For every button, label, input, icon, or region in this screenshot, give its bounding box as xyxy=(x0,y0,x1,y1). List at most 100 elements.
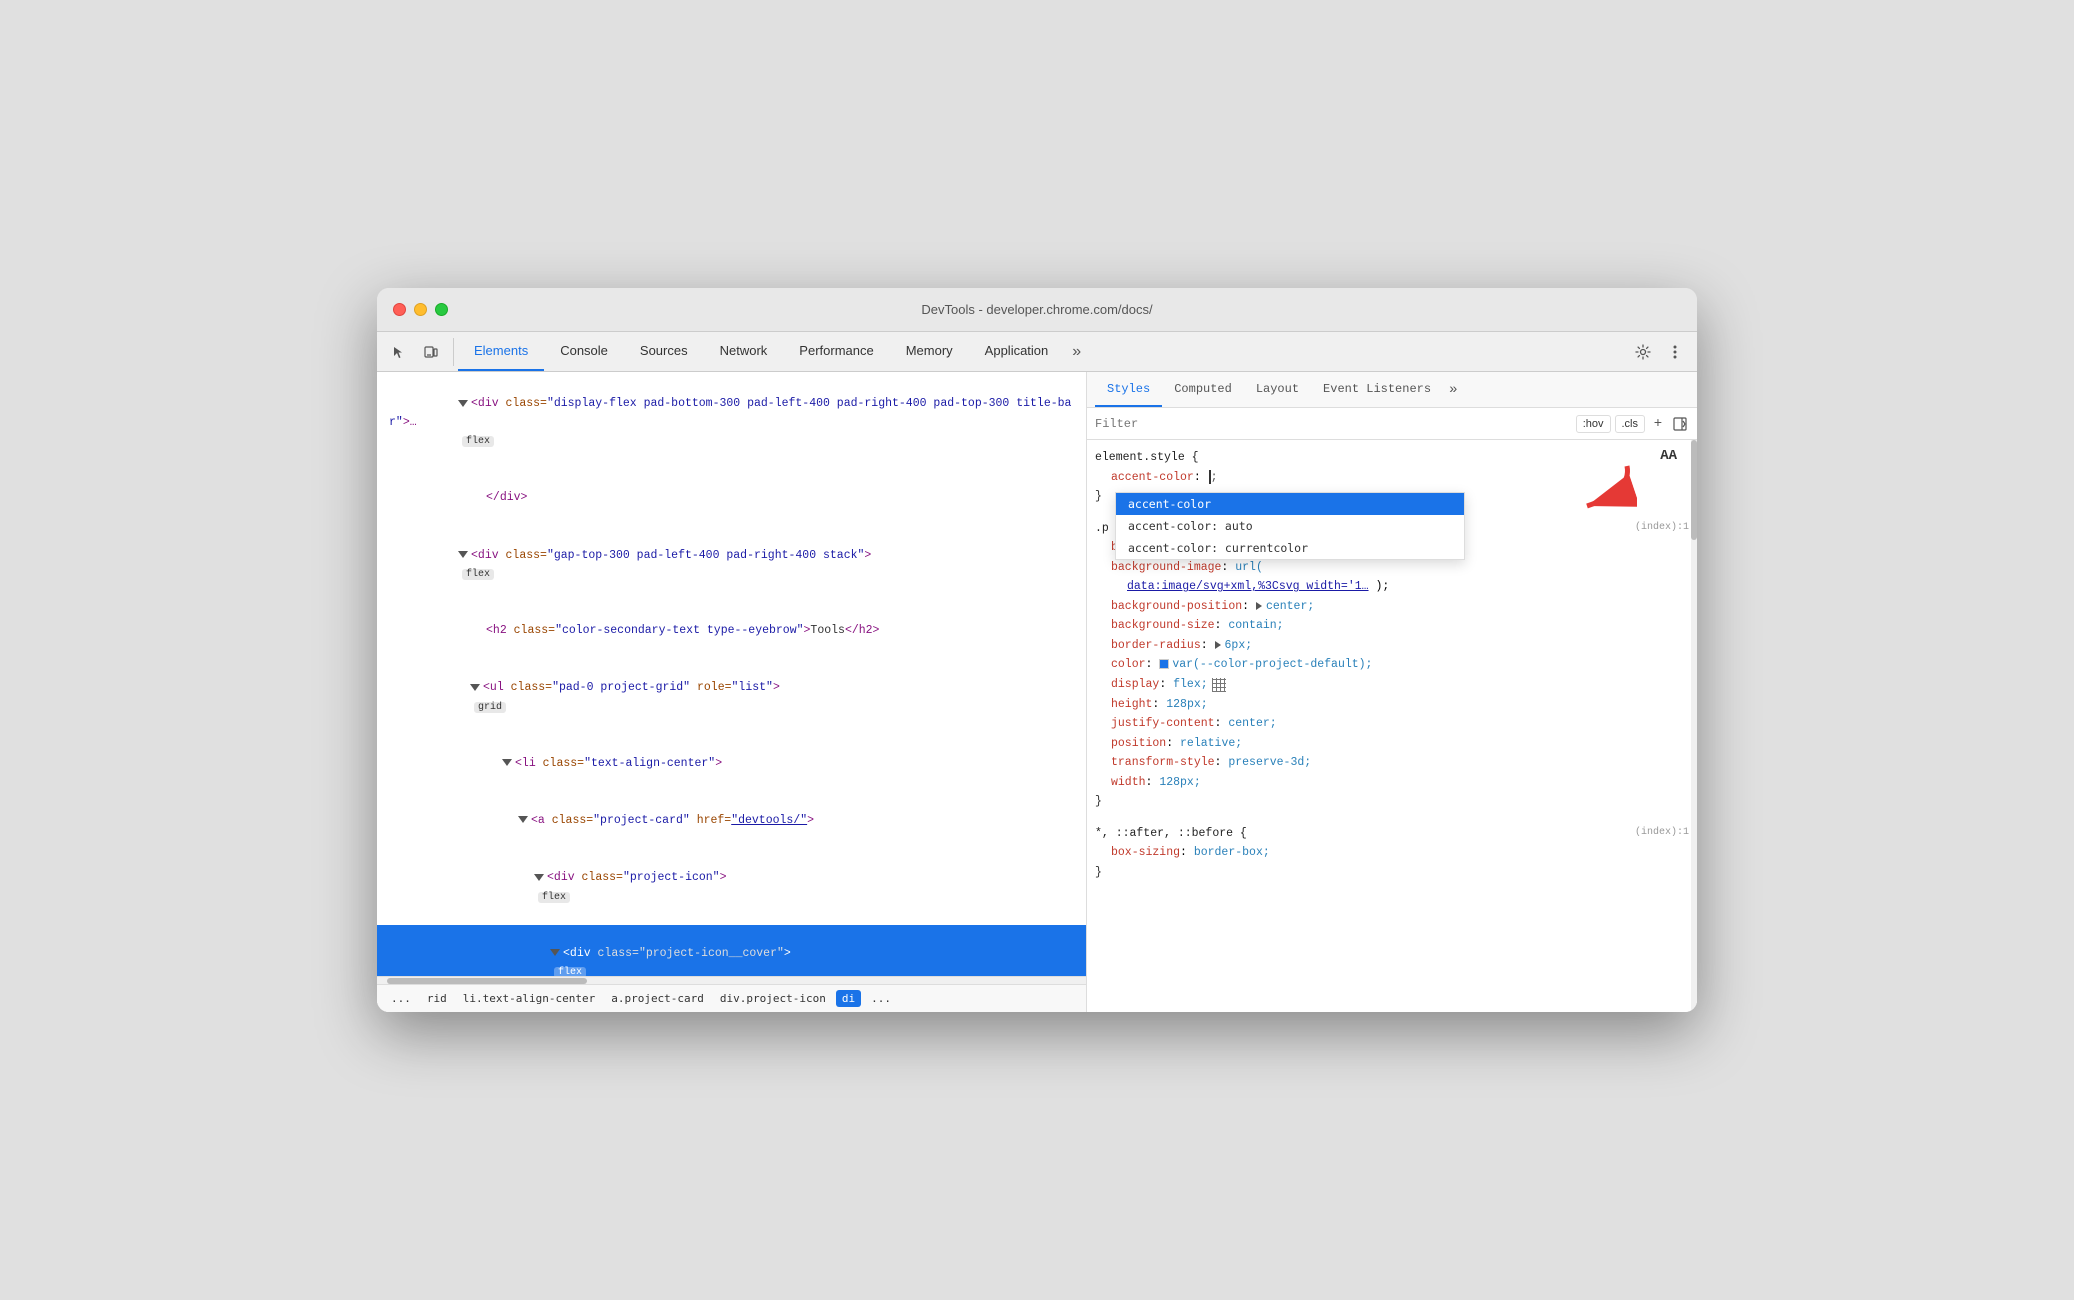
expand-icon-1[interactable] xyxy=(458,400,468,407)
toggle-sidebar-icon[interactable] xyxy=(1671,415,1689,433)
expand-icon-9[interactable] xyxy=(550,949,560,956)
cursor-icon[interactable] xyxy=(385,338,413,366)
autocomplete-item-auto[interactable]: accent-color: auto xyxy=(1116,515,1464,537)
css-prop-justify: justify-content: center; xyxy=(1095,714,1689,734)
minimize-button[interactable] xyxy=(414,303,427,316)
maximize-button[interactable] xyxy=(435,303,448,316)
expand-icon-6[interactable] xyxy=(502,759,512,766)
breadcrumb-rid[interactable]: rid xyxy=(421,990,453,1007)
hov-button[interactable]: :hov xyxy=(1576,415,1611,433)
flex-badge-8: flex xyxy=(538,892,570,903)
breadcrumb-div-icon[interactable]: div.project-icon xyxy=(714,990,832,1007)
styles-tab-more[interactable]: » xyxy=(1443,382,1463,398)
styles-tab-event-listeners[interactable]: Event Listeners xyxy=(1311,372,1443,407)
add-style-icon[interactable]: + xyxy=(1649,415,1667,433)
window-title: DevTools - developer.chrome.com/docs/ xyxy=(921,302,1152,317)
styles-filter-input[interactable] xyxy=(1095,417,1568,431)
tab-application[interactable]: Application xyxy=(969,332,1065,371)
dom-line-3[interactable]: <div class="gap-top-300 pad-left-400 pad… xyxy=(377,527,1086,603)
autocomplete-item-currentcolor[interactable]: accent-color: currentcolor xyxy=(1116,537,1464,559)
dom-line-7[interactable]: <a class="project-card" href="devtools/"… xyxy=(377,793,1086,850)
css-prop-display: display: flex; xyxy=(1095,675,1689,695)
expand-icon-7[interactable] xyxy=(518,816,528,823)
dom-line-1[interactable]: <div class="display-flex pad-bottom-300 … xyxy=(377,376,1086,470)
dom-line-4[interactable]: <h2 class="color-secondary-text type--ey… xyxy=(377,603,1086,660)
tab-sources[interactable]: Sources xyxy=(624,332,704,371)
dom-scrollbar-thumb[interactable] xyxy=(387,978,587,984)
css-rule-closing-universal: } xyxy=(1095,863,1689,883)
dom-line-6[interactable]: <li class="text-align-center"> xyxy=(377,735,1086,792)
dom-line-2[interactable]: </div> xyxy=(377,470,1086,527)
breadcrumb-dots[interactable]: ... xyxy=(385,990,417,1007)
css-bg-image-link[interactable]: data:image/svg+xml,%3Csvg width='1… ); xyxy=(1095,577,1689,597)
autocomplete-dropdown[interactable]: accent-color accent-color: auto accent-c… xyxy=(1115,492,1465,560)
grid-badge-5: grid xyxy=(474,702,506,713)
tab-performance[interactable]: Performance xyxy=(783,332,889,371)
css-prop-box-sizing: box-sizing: border-box; xyxy=(1095,843,1689,863)
styles-panel: Styles Computed Layout Event Listeners »… xyxy=(1087,372,1697,1012)
devtools-main: <div class="display-flex pad-bottom-300 … xyxy=(377,372,1697,1012)
tab-network[interactable]: Network xyxy=(704,332,784,371)
triangle-icon-bg-pos[interactable] xyxy=(1256,602,1262,610)
dom-content[interactable]: <div class="display-flex pad-bottom-300 … xyxy=(377,372,1086,976)
css-prop-bg-position: background-position: center; xyxy=(1095,597,1689,617)
styles-filter-buttons: :hov .cls + xyxy=(1576,415,1689,433)
toolbar-right-icons xyxy=(1629,338,1689,366)
css-editing-property[interactable]: accent-color: ; xyxy=(1095,468,1689,488)
css-prop-bg-size: background-size: contain; xyxy=(1095,616,1689,636)
styles-scrollbar[interactable] xyxy=(1691,440,1697,1012)
devtools-toolbar: Elements Console Sources Network Perform… xyxy=(377,332,1697,372)
css-prop-height: height: 128px; xyxy=(1095,695,1689,715)
close-button[interactable] xyxy=(393,303,406,316)
titlebar: DevTools - developer.chrome.com/docs/ xyxy=(377,288,1697,332)
devtools-tabs: Elements Console Sources Network Perform… xyxy=(458,332,1629,371)
styles-tabs: Styles Computed Layout Event Listeners » xyxy=(1087,372,1697,408)
css-prop-color: color: var(--color-project-default); xyxy=(1095,655,1689,675)
styles-tab-styles[interactable]: Styles xyxy=(1095,372,1162,407)
styles-content[interactable]: AA element.style { accent-color: ; } acc… xyxy=(1087,440,1697,1012)
expand-icon-8[interactable] xyxy=(534,874,544,881)
styles-scrollbar-thumb[interactable] xyxy=(1691,440,1697,540)
css-prop-position: position: relative; xyxy=(1095,734,1689,754)
expand-icon-5[interactable] xyxy=(470,684,480,691)
dom-line-8[interactable]: <div class="project-icon"> flex xyxy=(377,850,1086,926)
device-icon[interactable] xyxy=(417,338,445,366)
styles-tab-computed[interactable]: Computed xyxy=(1162,372,1244,407)
flex-badge-3: flex xyxy=(462,569,494,580)
dom-line-9[interactable]: <div class="project-icon__cover"> flex =… xyxy=(377,925,1086,976)
more-options-icon[interactable] xyxy=(1661,338,1689,366)
dom-breadcrumb: ... rid li.text-align-center a.project-c… xyxy=(377,984,1086,1012)
tab-memory[interactable]: Memory xyxy=(890,332,969,371)
dom-line-5[interactable]: <ul class="pad-0 project-grid" role="lis… xyxy=(377,660,1086,736)
css-rule-closing-p: } xyxy=(1095,792,1689,812)
flex-badge-1: flex xyxy=(462,436,494,447)
css-prop-width: width: 128px; xyxy=(1095,773,1689,793)
css-prop-bg-image: background-image: url( xyxy=(1095,558,1689,578)
tab-elements[interactable]: Elements xyxy=(458,332,544,371)
aa-icon[interactable]: AA xyxy=(1660,448,1677,464)
grid-icon[interactable] xyxy=(1212,678,1226,692)
css-rule-selector-element: element.style { xyxy=(1095,448,1689,468)
flex-badge-9: flex xyxy=(554,967,586,976)
breadcrumb-li[interactable]: li.text-align-center xyxy=(457,990,601,1007)
styles-tab-layout[interactable]: Layout xyxy=(1244,372,1311,407)
breadcrumb-more[interactable]: ... xyxy=(865,990,897,1007)
toolbar-icons xyxy=(385,338,454,366)
css-prop-border-radius: border-radius: 6px; xyxy=(1095,636,1689,656)
devtools-window: DevTools - developer.chrome.com/docs/ El… xyxy=(377,288,1697,1012)
css-rule-universal: *, ::after, ::before { (index):1 box-siz… xyxy=(1087,820,1697,887)
css-prop-transform-style: transform-style: preserve-3d; xyxy=(1095,753,1689,773)
triangle-icon-border[interactable] xyxy=(1215,641,1221,649)
expand-icon-3[interactable] xyxy=(458,551,468,558)
settings-icon[interactable] xyxy=(1629,338,1657,366)
more-tabs-button[interactable]: » xyxy=(1064,332,1089,371)
breadcrumb-di[interactable]: di xyxy=(836,990,861,1007)
traffic-lights xyxy=(393,303,448,316)
color-swatch[interactable] xyxy=(1159,659,1169,669)
dom-scrollbar[interactable] xyxy=(377,976,1086,984)
tab-console[interactable]: Console xyxy=(544,332,624,371)
autocomplete-item-accent-color[interactable]: accent-color xyxy=(1116,493,1464,515)
cls-button[interactable]: .cls xyxy=(1615,415,1646,433)
css-rule-header-universal: *, ::after, ::before { (index):1 xyxy=(1095,824,1689,844)
breadcrumb-a[interactable]: a.project-card xyxy=(605,990,710,1007)
